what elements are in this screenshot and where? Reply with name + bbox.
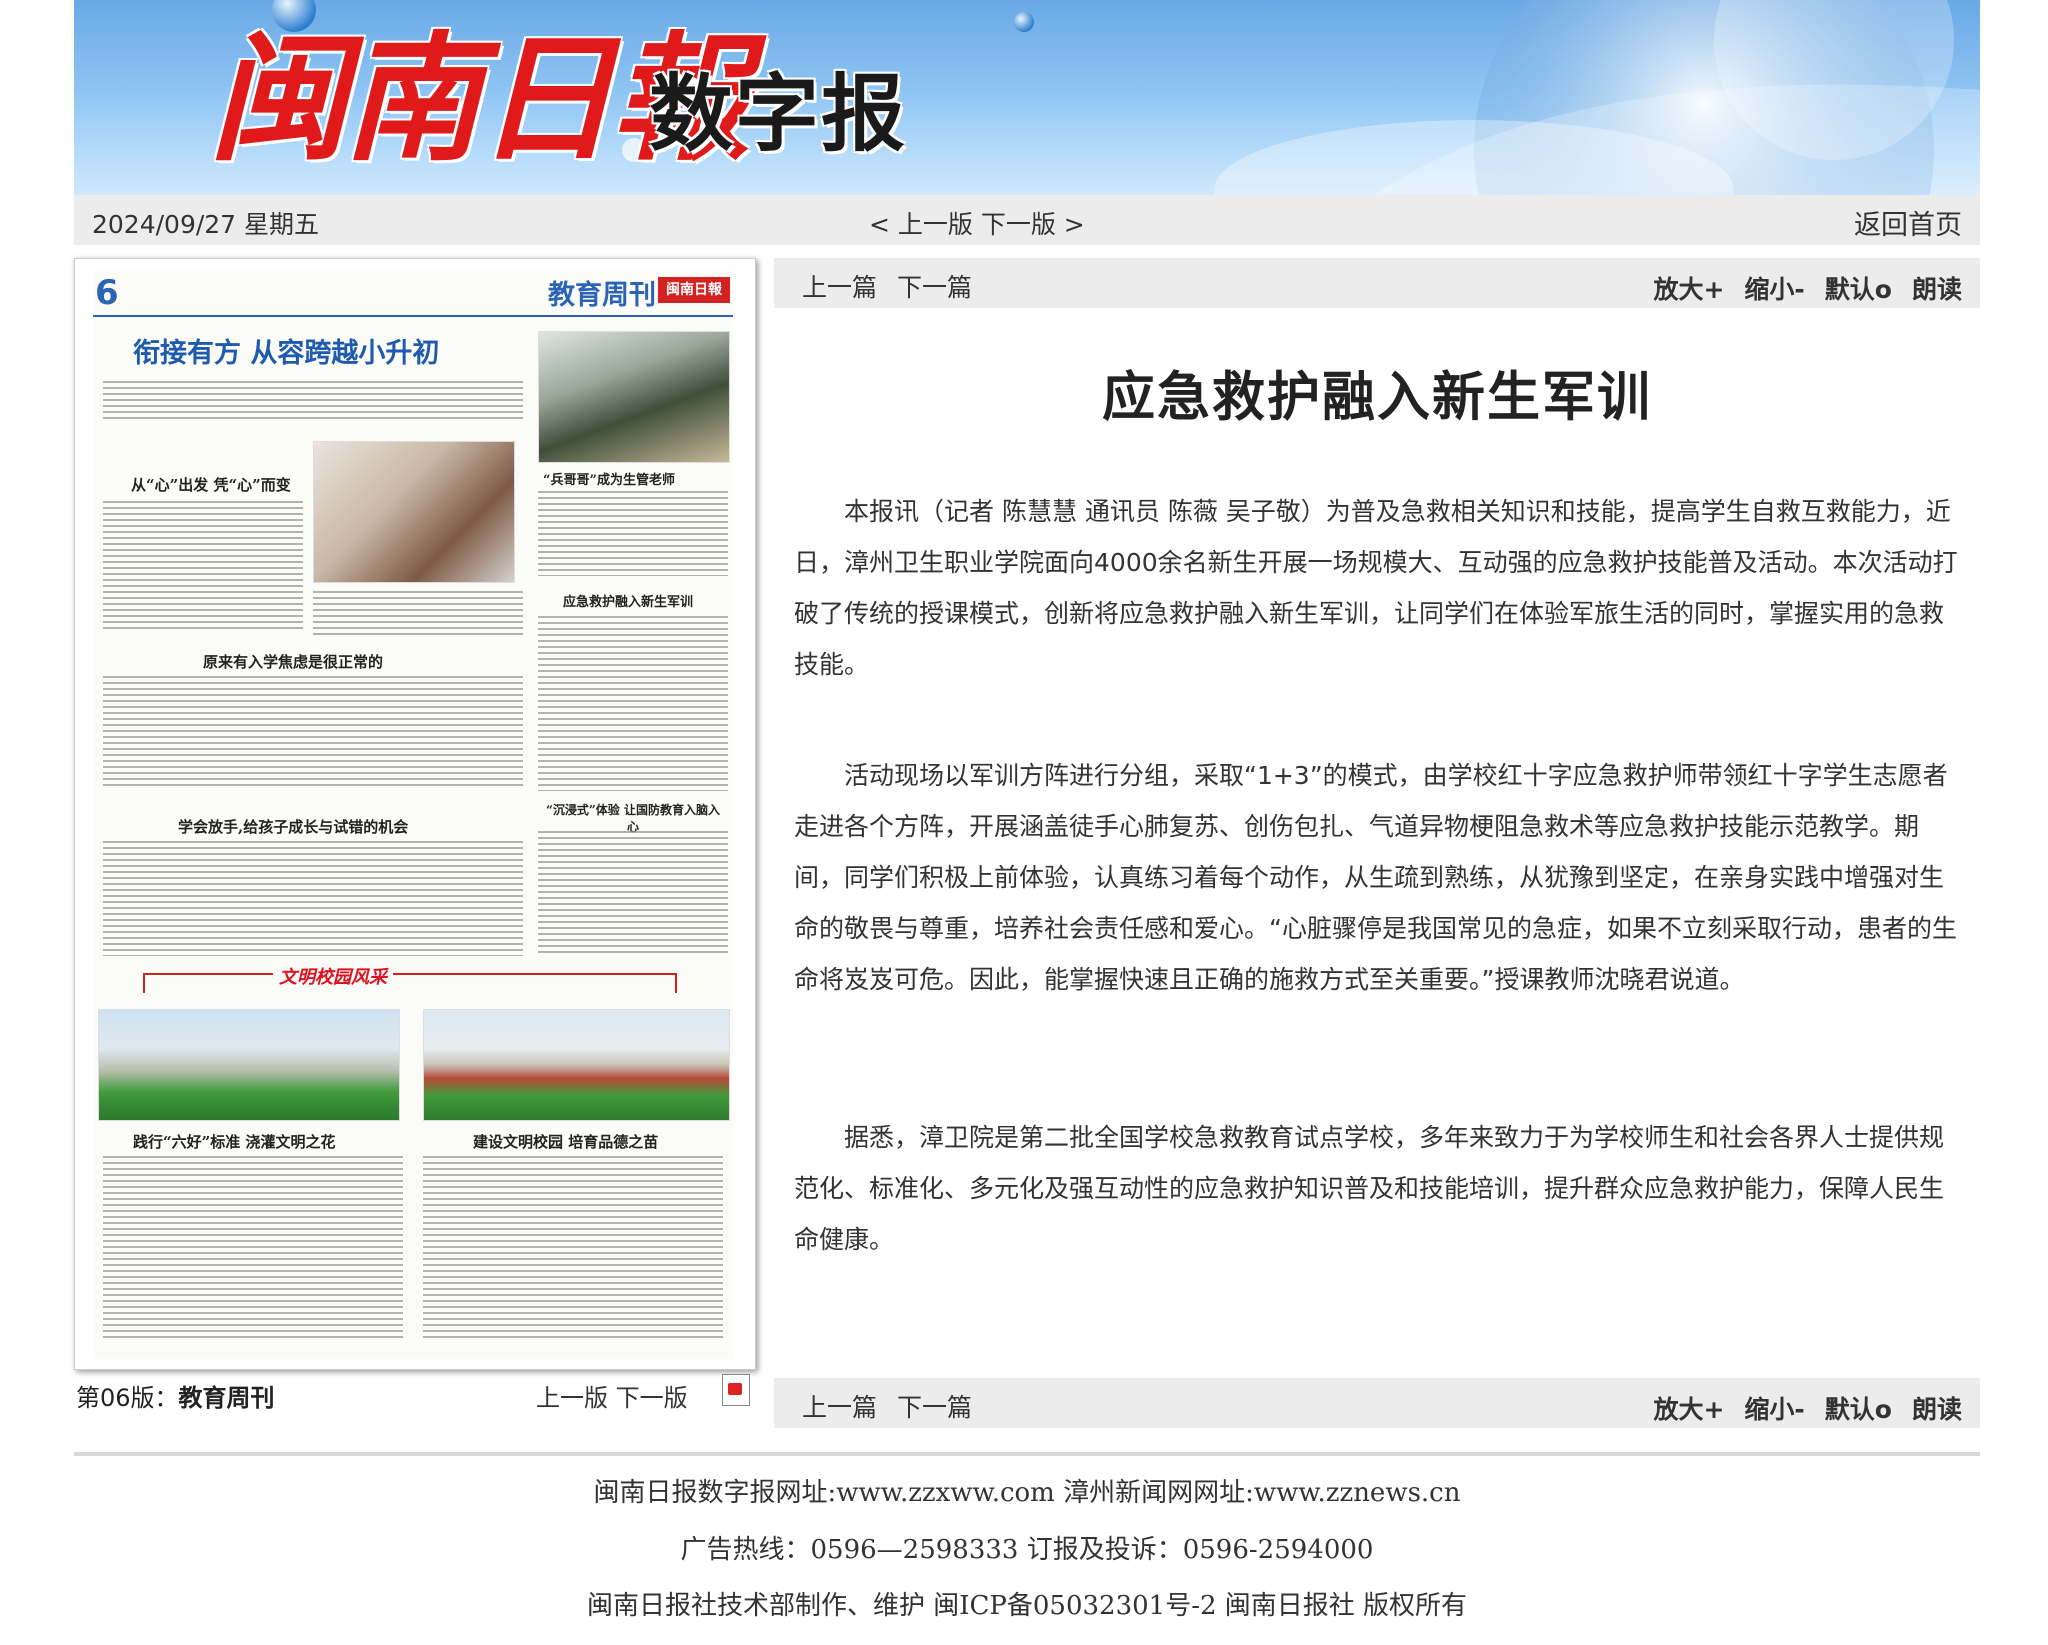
page-thumbnail[interactable]: 6 教育周刊 闽南日報 衔接有方 从容跨越小升初 从“心”出发 凭“心”而变 原…: [74, 258, 756, 1370]
subhead-4[interactable]: “兵哥哥”成为生管老师: [543, 469, 675, 488]
photo-classroom[interactable]: [313, 441, 515, 583]
article-toolbar-top: 上一篇 下一篇 放大+ 缩小- 默认o 朗读: [774, 258, 1980, 308]
article-nav: 上一篇 下一篇: [802, 268, 992, 304]
prev-edition-link[interactable]: < 上一版: [869, 210, 973, 239]
text-column: [538, 831, 728, 956]
text-column: [103, 501, 303, 631]
text-column: [313, 591, 523, 636]
edition-info: 第06版：教育周刊: [76, 1378, 275, 1413]
text-column: [103, 676, 523, 786]
footer-copyright: 闽南日报社技术部制作、维护 闽ICP备05032301号-2 闽南日报社 版权所…: [586, 1591, 1468, 1621]
edition-name[interactable]: 教育周刊: [179, 1384, 275, 1412]
text-column: [103, 381, 523, 421]
page-number: 6: [95, 273, 119, 313]
date-bar: 2024/09/27 星期五 < 上一版 下一版 > 返回首页: [74, 195, 1980, 245]
text-column: [538, 491, 728, 576]
subhead-3[interactable]: 学会放手,给孩子成长与试错的机会: [178, 816, 408, 837]
home-link[interactable]: 返回首页: [1854, 203, 1962, 242]
edition-label: 第06版：: [76, 1384, 179, 1412]
default-size-button[interactable]: 默认o: [1825, 1395, 1892, 1424]
page-headline[interactable]: 衔接有方 从容跨越小升初: [133, 331, 439, 370]
photo-soldier-teacher[interactable]: [538, 331, 730, 463]
text-tools: 放大+ 缩小- 默认o 朗读: [1633, 270, 1962, 306]
default-size-button[interactable]: 默认o: [1825, 275, 1892, 304]
article-toolbar-bottom: 上一篇 下一篇 放大+ 缩小- 默认o 朗读: [774, 1378, 1980, 1428]
subhead-7[interactable]: 践行“六好”标准 浇灌文明之花: [133, 1131, 335, 1152]
photo-campus-left[interactable]: [98, 1009, 400, 1121]
subhead-6[interactable]: “沉浸式”体验 让国防教育入脑入心: [543, 801, 723, 835]
article-nav: 上一篇 下一篇: [802, 1388, 992, 1424]
text-column: [538, 616, 728, 791]
newspaper-page[interactable]: 6 教育周刊 闽南日報 衔接有方 从容跨越小升初 从“心”出发 凭“心”而变 原…: [93, 271, 733, 1359]
zoom-out-button[interactable]: 缩小-: [1744, 275, 1804, 304]
read-aloud-button[interactable]: 朗读: [1912, 275, 1962, 304]
prev-article-link[interactable]: 上一篇: [802, 273, 877, 302]
footer-divider: [74, 1452, 1980, 1456]
masthead-banner: 闽南日報 数字报: [74, 0, 1980, 195]
footer-urls: 闽南日报数字报网址:www.zzxww.com 漳州新闻网网址:www.zzne…: [593, 1478, 1461, 1508]
text-tools: 放大+ 缩小- 默认o 朗读: [1633, 1390, 1962, 1426]
article-title: 应急救护融入新生军训: [1102, 367, 1652, 428]
edition-pager: 上一版 下一版: [536, 1378, 688, 1413]
next-page-link[interactable]: 下一版: [616, 1384, 688, 1412]
next-edition-link[interactable]: 下一版 >: [981, 210, 1085, 239]
zoom-out-button[interactable]: 缩小-: [1744, 1395, 1804, 1424]
text-column: [103, 841, 523, 956]
small-logo: 闽南日報: [658, 277, 730, 303]
prev-article-link[interactable]: 上一篇: [802, 1393, 877, 1422]
subhead-2[interactable]: 原来有入学焦虑是很正常的: [203, 651, 383, 672]
header-rule: [93, 315, 733, 317]
subhead-1[interactable]: 从“心”出发 凭“心”而变: [131, 474, 291, 495]
issue-date: 2024/09/27 星期五: [92, 210, 320, 239]
pdf-download-icon[interactable]: [722, 1374, 750, 1406]
article-paragraph: 本报讯（记者 陈慧慧 通讯员 陈薇 吴子敬）为普及急救相关知识和技能，提高学生自…: [794, 497, 1958, 679]
article-paragraph: 据悉，漳卫院是第二批全国学校急救教育试点学校，多年来致力于为学校师生和社会各界人…: [794, 1123, 1945, 1254]
text-column: [423, 1156, 723, 1341]
footer-hotline: 广告热线：0596—2598333 订报及投诉：0596-2594000: [680, 1535, 1374, 1565]
thumbnail-footer: 第06版：教育周刊 上一版 下一版: [74, 1372, 754, 1413]
prev-page-link[interactable]: 上一版: [536, 1384, 608, 1412]
photo-campus-right[interactable]: [423, 1009, 730, 1121]
section-title: 教育周刊: [548, 280, 656, 311]
next-article-link[interactable]: 下一篇: [897, 273, 972, 302]
text-column: [103, 1156, 403, 1341]
edition-nav: < 上一版 下一版 >: [869, 205, 1085, 241]
next-article-link[interactable]: 下一篇: [897, 1393, 972, 1422]
section-banner-frame: [143, 973, 677, 993]
subhead-5[interactable]: 应急救护融入新生军训: [563, 591, 693, 610]
masthead-digital-label: 数字报: [649, 65, 908, 163]
read-aloud-button[interactable]: 朗读: [1912, 1395, 1962, 1424]
subhead-8[interactable]: 建设文明校园 培育品德之苗: [473, 1131, 658, 1152]
zoom-in-button[interactable]: 放大+: [1653, 1395, 1724, 1424]
zoom-in-button[interactable]: 放大+: [1653, 275, 1724, 304]
section-banner-text: 文明校园风采: [273, 963, 393, 989]
article-paragraph: 活动现场以军训方阵进行分组，采取“1+3”的模式，由学校红十字应急救护师带领红十…: [794, 761, 1957, 994]
